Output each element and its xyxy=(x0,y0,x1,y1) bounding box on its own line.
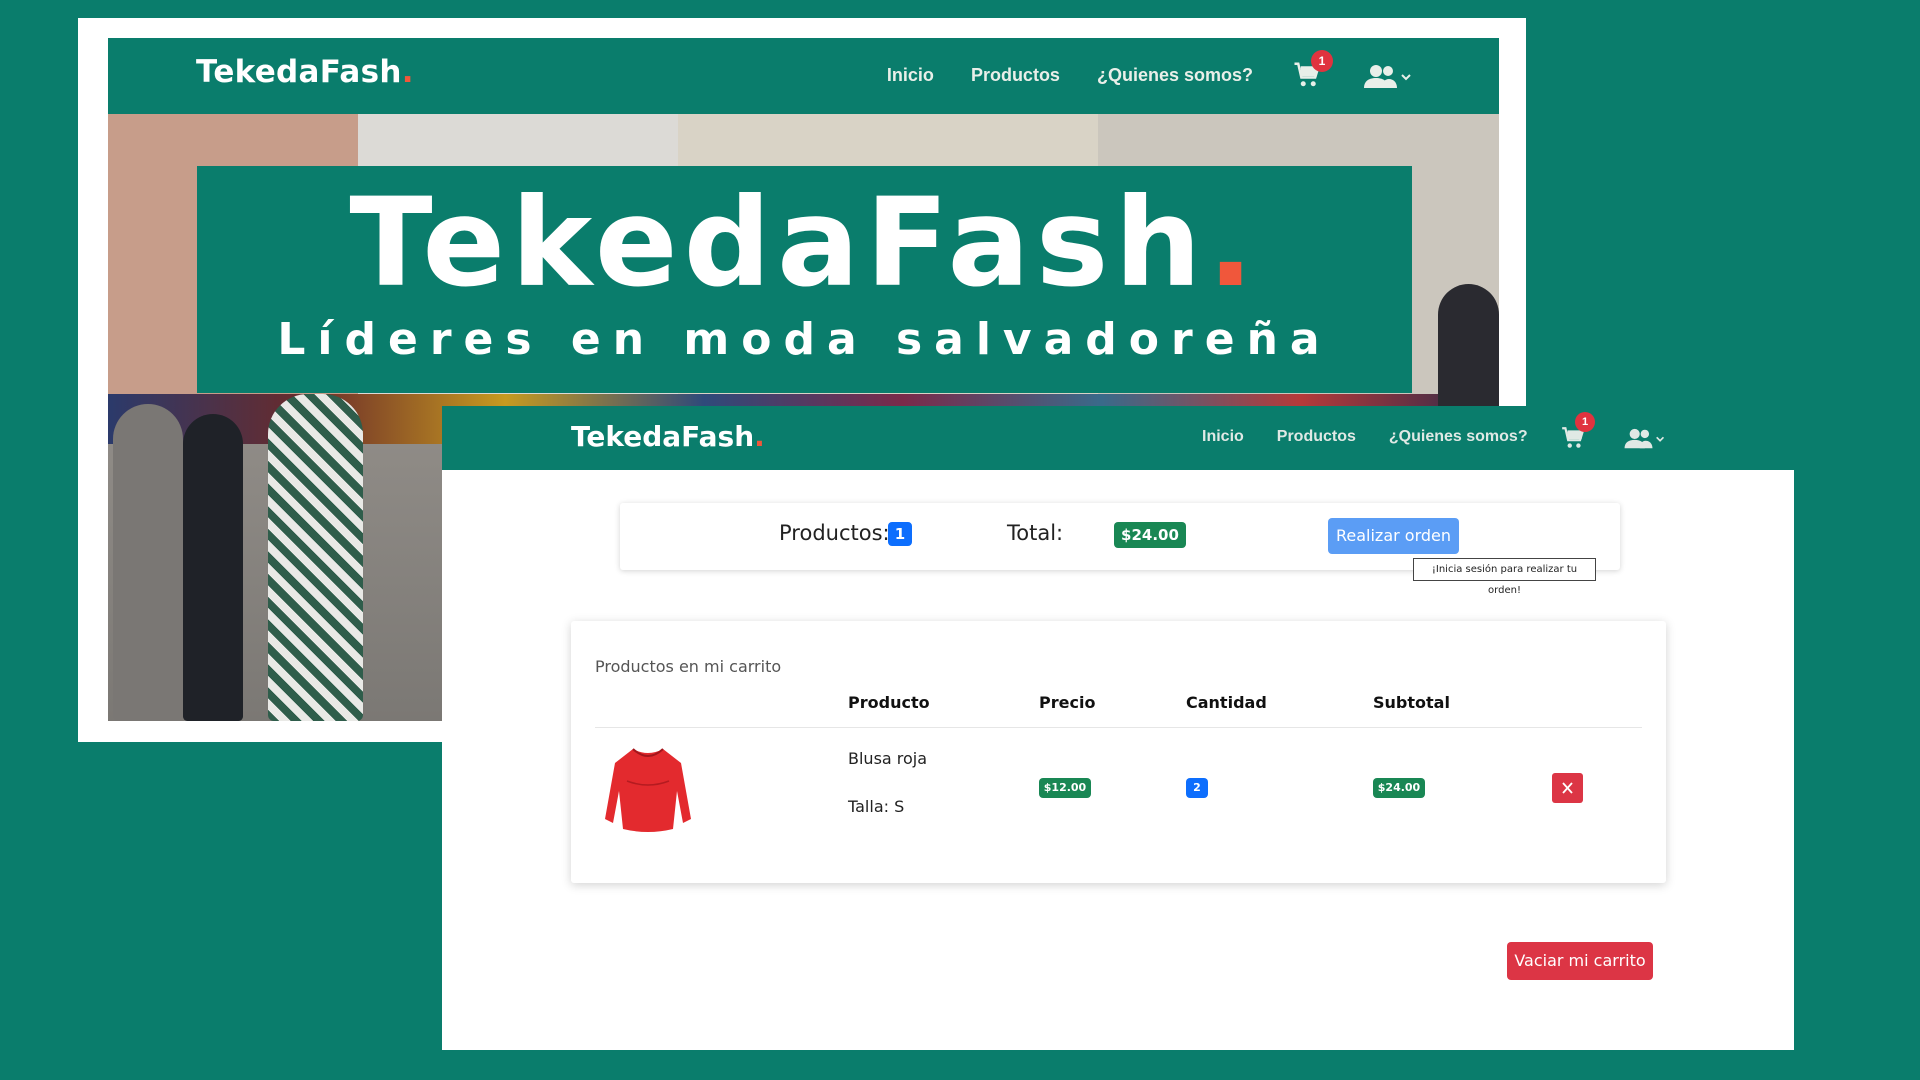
price-badge: $12.00 xyxy=(1039,778,1091,798)
header-cantidad: Cantidad xyxy=(1186,693,1267,712)
hero-tagline: Líderes en moda salvadoreña xyxy=(277,314,1332,365)
subtotal-badge: $24.00 xyxy=(1373,778,1425,798)
quantity-badge: 2 xyxy=(1186,778,1208,798)
users-icon[interactable] xyxy=(1362,64,1412,90)
empty-cart-button[interactable]: Vaciar mi carrito xyxy=(1507,942,1653,980)
nav-inicio[interactable]: Inicio xyxy=(1202,428,1244,446)
hero-title: TekedaFash. xyxy=(349,172,1260,314)
login-tooltip: ¡Inicia sesión para realizar tu orden! xyxy=(1413,558,1596,596)
nav-productos[interactable]: Productos xyxy=(971,65,1060,86)
home-navbar: TekedaFash. Inicio Productos ¿Quienes so… xyxy=(108,38,1499,114)
hero-banner: TekedaFash. Líderes en moda salvadoreña xyxy=(197,166,1412,393)
place-order-button[interactable]: Realizar orden xyxy=(1328,518,1459,554)
cart-caption: Productos en mi carrito xyxy=(595,657,782,676)
brand-dot: . xyxy=(401,54,414,90)
nav-quienes-somos[interactable]: ¿Quienes somos? xyxy=(1389,428,1528,446)
header-producto: Producto xyxy=(848,693,930,712)
brand-text: TekedaFash xyxy=(571,420,755,453)
product-name: Blusa roja xyxy=(848,749,928,768)
nav-quienes-somos[interactable]: ¿Quienes somos? xyxy=(1097,65,1253,86)
chevron-down-icon xyxy=(1656,436,1665,442)
brand-dot: . xyxy=(754,420,765,453)
users-icon[interactable] xyxy=(1622,428,1666,450)
nav-inicio[interactable]: Inicio xyxy=(887,65,934,86)
total-value-badge: $24.00 xyxy=(1114,522,1186,548)
product-size: Talla: S xyxy=(848,797,905,816)
nav-productos[interactable]: Productos xyxy=(1277,428,1356,446)
cart-count-badge: 1 xyxy=(1575,412,1595,432)
brand-logo[interactable]: TekedaFash. xyxy=(571,420,765,453)
brand-logo[interactable]: TekedaFash. xyxy=(196,54,414,90)
table-divider xyxy=(595,727,1642,728)
header-precio: Precio xyxy=(1039,693,1096,712)
products-label: Productos: xyxy=(779,521,890,545)
products-count-badge: 1 xyxy=(888,522,912,546)
cart-window: TekedaFash. Inicio Productos ¿Quienes so… xyxy=(442,406,1794,1050)
cart-table-card: Productos en mi carrito Producto Precio … xyxy=(571,621,1666,883)
cart-navbar: TekedaFash. Inicio Productos ¿Quienes so… xyxy=(442,406,1794,470)
header-subtotal: Subtotal xyxy=(1373,693,1450,712)
brand-text: TekedaFash xyxy=(196,54,402,90)
remove-item-button[interactable] xyxy=(1552,773,1583,803)
total-label: Total: xyxy=(1007,521,1064,545)
close-icon xyxy=(1562,782,1573,794)
product-image[interactable] xyxy=(603,741,693,836)
chevron-down-icon xyxy=(1401,74,1411,81)
cart-count-badge: 1 xyxy=(1311,50,1333,72)
